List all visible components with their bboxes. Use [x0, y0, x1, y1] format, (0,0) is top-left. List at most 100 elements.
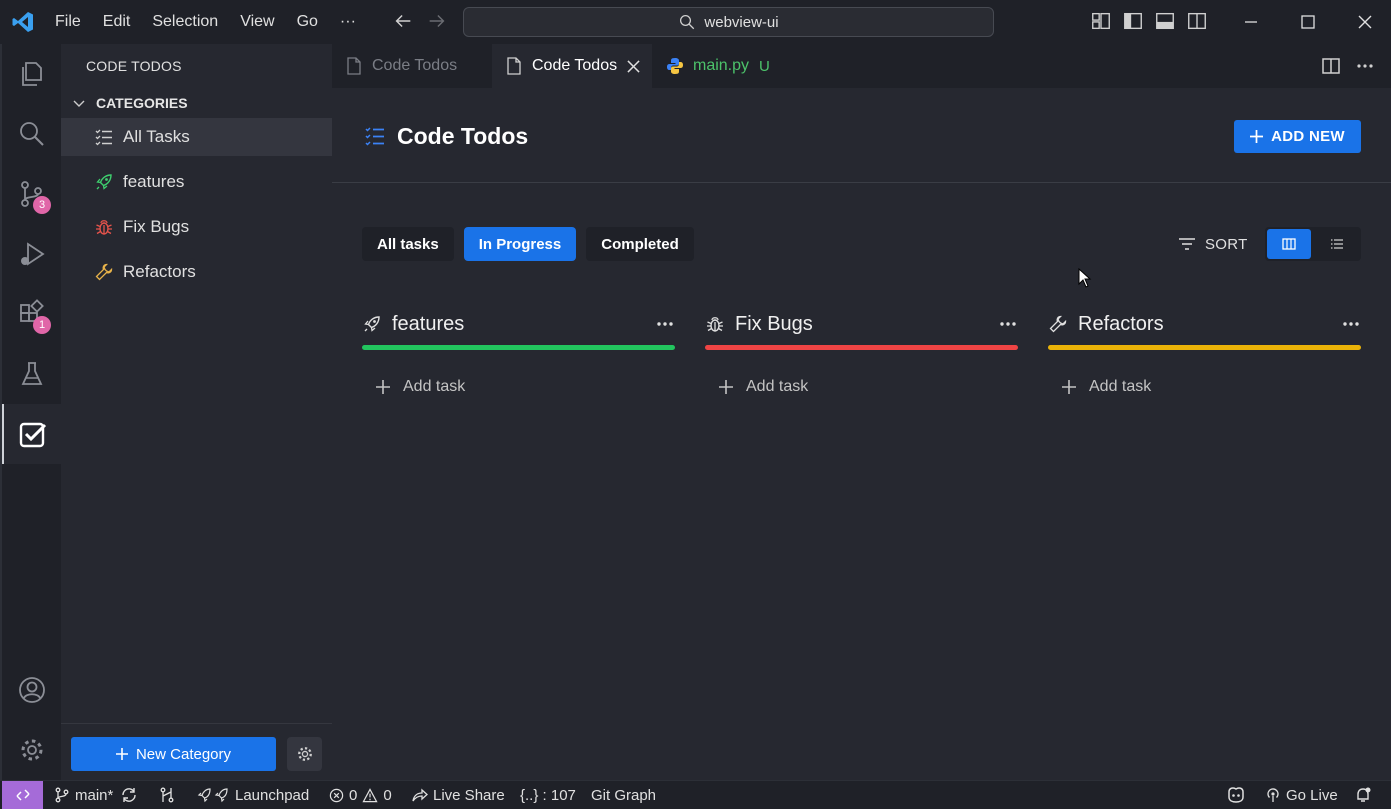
- source-control-button[interactable]: 3: [2, 164, 61, 224]
- code-todos-button[interactable]: [2, 404, 61, 464]
- list-icon: [95, 129, 112, 146]
- menu-file[interactable]: File: [44, 7, 92, 37]
- git-graph-button[interactable]: Git Graph: [591, 781, 656, 809]
- run-debug-button[interactable]: [2, 224, 61, 284]
- add-task-label: Add task: [403, 378, 466, 395]
- tab-label: Code Todos: [532, 57, 618, 74]
- more-options-icon[interactable]: [655, 314, 675, 334]
- maximize-icon: [1300, 15, 1315, 29]
- status-filter-group: All tasks In Progress Completed: [362, 227, 694, 261]
- sidebar-item-features[interactable]: features: [61, 163, 332, 201]
- menu-more[interactable]: ···: [329, 7, 367, 37]
- menu-edit[interactable]: Edit: [92, 7, 142, 37]
- list-view-button[interactable]: [1315, 229, 1359, 259]
- bell-icon: [1357, 787, 1371, 802]
- notifications-button[interactable]: [1354, 781, 1372, 809]
- testing-button[interactable]: [2, 344, 61, 404]
- problems-indicator[interactable]: 0 0: [329, 781, 392, 809]
- more-options-icon[interactable]: [998, 314, 1018, 334]
- sort-button[interactable]: SORT: [1178, 228, 1248, 260]
- add-new-button[interactable]: ADD NEW: [1234, 120, 1361, 153]
- board-view-button[interactable]: [1267, 229, 1311, 259]
- vscode-logo-icon[interactable]: [10, 10, 36, 34]
- go-live-button[interactable]: Go Live: [1265, 781, 1338, 809]
- sync-icon: [122, 788, 136, 802]
- explorer-button[interactable]: [2, 44, 61, 104]
- column-title: features: [392, 312, 465, 335]
- flask-icon: [21, 362, 42, 385]
- live-share-label: Live Share: [433, 786, 505, 804]
- sync-button[interactable]: [120, 781, 138, 809]
- add-task-label: Add task: [746, 378, 809, 395]
- bug-icon: [96, 220, 112, 235]
- launchpad-button[interactable]: Launchpad: [196, 781, 309, 809]
- add-task-button[interactable]: Add task: [1061, 378, 1361, 396]
- filter-in-progress[interactable]: In Progress: [463, 227, 577, 261]
- maximize-button[interactable]: [1279, 0, 1336, 44]
- column-title: Refactors: [1078, 312, 1164, 335]
- list-icon: [1331, 239, 1343, 249]
- menu-go[interactable]: Go: [286, 7, 329, 37]
- plus-icon: [376, 380, 390, 394]
- sidebar-item-refactors[interactable]: Refactors: [61, 253, 332, 291]
- menu-view[interactable]: View: [229, 7, 285, 37]
- toggle-panel-icon[interactable]: [1154, 10, 1176, 32]
- close-window-button[interactable]: [1336, 0, 1391, 44]
- sidebar-item-label: Fix Bugs: [123, 217, 190, 236]
- filter-completed[interactable]: Completed: [586, 227, 694, 261]
- close-tab-icon[interactable]: [627, 59, 640, 73]
- categories-section-header[interactable]: CATEGORIES: [61, 91, 332, 115]
- launchpad-label: Launchpad: [235, 786, 310, 804]
- new-category-button[interactable]: New Category: [71, 737, 276, 771]
- add-task-button[interactable]: Add task: [375, 378, 675, 396]
- toggle-secondary-sidebar-icon[interactable]: [1186, 10, 1208, 32]
- column-color-bar: [362, 345, 675, 350]
- remote-indicator[interactable]: [2, 781, 43, 809]
- filter-all-tasks[interactable]: All tasks: [362, 227, 454, 261]
- customize-layout-icon[interactable]: [1090, 10, 1112, 32]
- menu-selection[interactable]: Selection: [141, 7, 229, 37]
- menu-bar: File Edit Selection View Go ···: [44, 0, 367, 44]
- git-compare-button[interactable]: [159, 781, 175, 809]
- tab-code-todos-2[interactable]: Code Todos: [492, 44, 652, 88]
- split-editor-icon[interactable]: [1321, 56, 1341, 76]
- add-task-label: Add task: [1089, 378, 1152, 395]
- toggle-primary-sidebar-icon[interactable]: [1122, 10, 1144, 32]
- accounts-button[interactable]: [2, 660, 61, 720]
- column-title: Fix Bugs: [735, 312, 813, 335]
- settings-button[interactable]: [287, 737, 322, 771]
- tab-label: main.py: [693, 57, 750, 74]
- sidebar-item-all-tasks[interactable]: All Tasks: [61, 118, 332, 156]
- back-arrow-icon[interactable]: [392, 10, 414, 32]
- sidebar-item-fix-bugs[interactable]: Fix Bugs: [61, 208, 332, 246]
- account-icon: [18, 677, 45, 703]
- copilot-button[interactable]: [1226, 781, 1246, 809]
- add-task-button[interactable]: Add task: [718, 378, 1018, 396]
- braces-indicator[interactable]: {..} : 107: [520, 781, 576, 809]
- go-live-label: Go Live: [1286, 786, 1338, 804]
- more-options-icon[interactable]: [1341, 314, 1361, 334]
- more-actions-icon[interactable]: [1355, 56, 1375, 76]
- extensions-button[interactable]: 1: [2, 284, 61, 344]
- branch-indicator[interactable]: main*: [54, 781, 113, 809]
- bug-icon: [707, 317, 723, 332]
- sidebar-item-label: All Tasks: [123, 127, 190, 146]
- tab-main-py[interactable]: main.py U: [652, 44, 802, 88]
- command-center-search[interactable]: webview-ui: [463, 7, 994, 37]
- live-share-button[interactable]: Live Share: [411, 781, 505, 809]
- file-icon: [507, 57, 521, 75]
- python-icon: [667, 58, 683, 74]
- add-new-label: ADD NEW: [1271, 128, 1345, 145]
- sidebar: CODE TODOS CATEGORIES All Tasks features…: [61, 44, 332, 780]
- branch-name: main*: [75, 786, 114, 804]
- minimize-button[interactable]: [1222, 0, 1279, 44]
- files-icon: [21, 62, 42, 86]
- run-debug-icon: [20, 242, 45, 266]
- search-view-button[interactable]: [2, 104, 61, 164]
- forward-arrow-icon[interactable]: [426, 10, 448, 32]
- sidebar-footer: New Category: [61, 723, 332, 780]
- error-icon: [329, 788, 344, 802]
- manage-button[interactable]: [2, 720, 61, 780]
- tab-code-todos-1[interactable]: Code Todos: [332, 44, 492, 88]
- chevron-down-icon: [73, 100, 85, 107]
